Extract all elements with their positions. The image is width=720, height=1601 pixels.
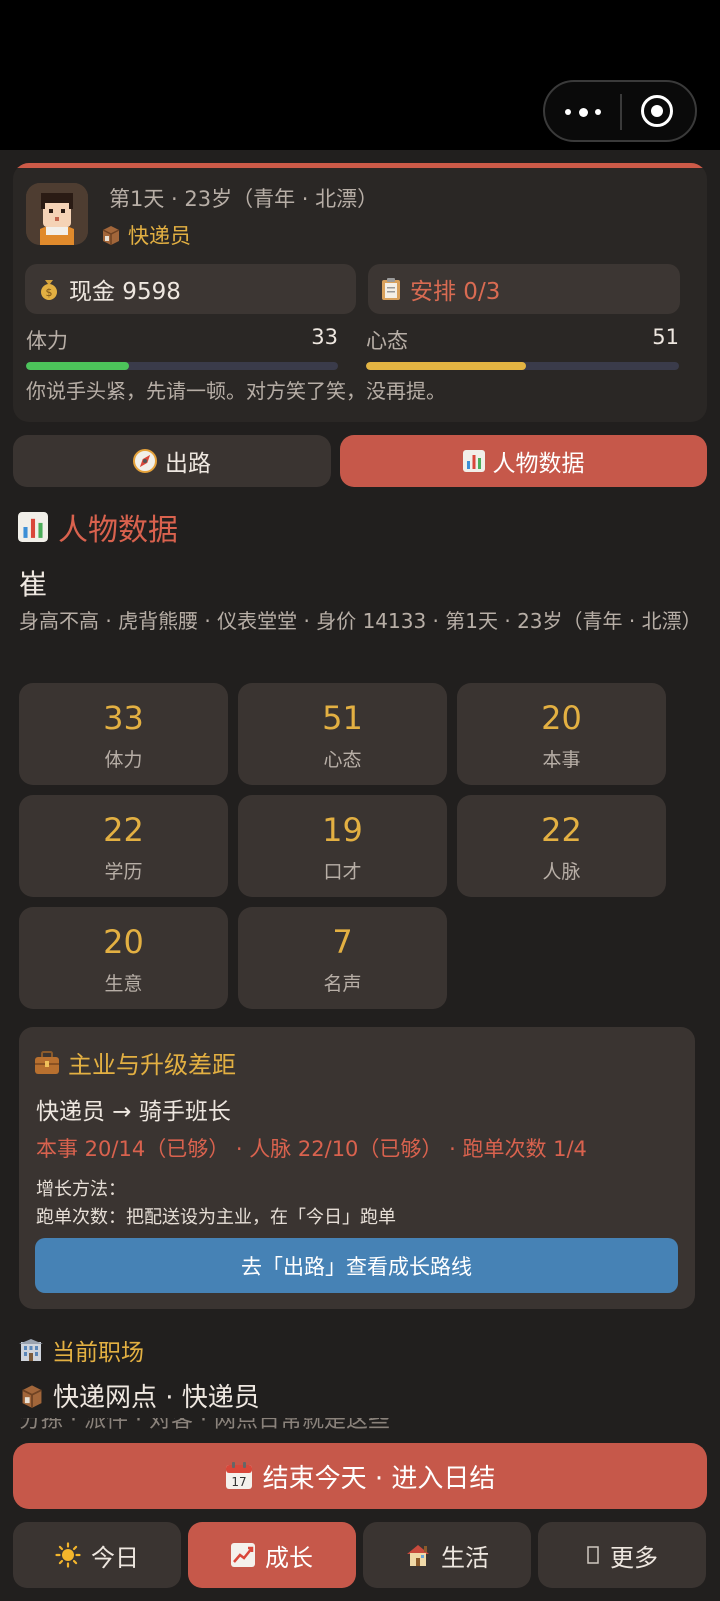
nav-more[interactable]: 更多 bbox=[538, 1522, 706, 1588]
stat-label: 生意 bbox=[104, 973, 143, 995]
stamina-label: 体力 bbox=[26, 329, 68, 353]
end-day-button[interactable]: 17 结束今天 · 进入日结 bbox=[13, 1443, 707, 1509]
money-bag-icon: $ bbox=[37, 277, 61, 301]
stat-card-eloquence: 19 口才 bbox=[238, 795, 447, 897]
stat-card-mood: 51 心态 bbox=[238, 683, 447, 785]
career-card-header: 主业与升级差距 bbox=[34, 1045, 236, 1080]
mood-bar-fill bbox=[366, 362, 526, 370]
mood-bar bbox=[366, 362, 679, 370]
stat-card-education: 22 学历 bbox=[19, 795, 228, 897]
section-title-character-data: 人物数据 bbox=[18, 505, 178, 549]
stamina-bar bbox=[26, 362, 338, 370]
sun-icon bbox=[55, 1542, 81, 1568]
stat-value: 20 bbox=[541, 699, 582, 737]
stat-card-reputation: 7 名声 bbox=[238, 907, 447, 1009]
workplace-current: 快递网点 · 快递员 bbox=[19, 1377, 260, 1414]
end-day-label: 结束今天 · 进入日结 bbox=[262, 1463, 496, 1494]
nav-growth-label: 成长 bbox=[265, 1543, 313, 1572]
more-dots-icon[interactable] bbox=[565, 102, 601, 122]
package-icon bbox=[100, 224, 122, 246]
cash-label: 现金 9598 bbox=[69, 279, 181, 305]
stat-value: 7 bbox=[332, 923, 353, 961]
career-path: 快递员 → 骑手班长 bbox=[36, 1099, 231, 1125]
tab-character-data-label: 人物数据 bbox=[492, 451, 585, 477]
workplace-line-label: 快递网点 · 快递员 bbox=[53, 1383, 260, 1413]
stat-label: 学历 bbox=[104, 861, 143, 883]
nav-life-label: 生活 bbox=[441, 1543, 489, 1572]
workplace-title: 当前职场 bbox=[52, 1340, 144, 1366]
character-name: 崔 bbox=[19, 568, 48, 601]
stat-card-skill: 20 本事 bbox=[457, 683, 666, 785]
house-icon bbox=[405, 1543, 431, 1567]
cash-pill[interactable]: $ 现金 9598 bbox=[25, 264, 356, 314]
status-accent-bar bbox=[13, 163, 707, 168]
mood-label: 心态 bbox=[366, 329, 408, 353]
chart-icon bbox=[462, 450, 485, 472]
workplace-description: 分拣 · 派件 · 对客 · 网点日常就是这些 bbox=[19, 1418, 390, 1434]
section-title-label: 人物数据 bbox=[58, 513, 178, 548]
capsule-divider bbox=[620, 94, 622, 130]
stat-value: 22 bbox=[541, 811, 582, 849]
tab-road[interactable]: 出路 bbox=[13, 435, 331, 487]
growth-method: 跑单次数：把配送设为主业，在「今日」跑单 bbox=[36, 1207, 396, 1228]
stat-label: 人脉 bbox=[542, 861, 581, 883]
stat-label: 名声 bbox=[323, 973, 362, 995]
mini-program-capsule bbox=[543, 80, 697, 142]
plan-pill[interactable]: 安排 0/3 bbox=[368, 264, 680, 314]
workplace-description-text: 分拣 · 派件 · 对客 · 网点日常就是这些 bbox=[19, 1418, 390, 1433]
stamina-value: 33 bbox=[311, 325, 338, 349]
nav-today-label: 今日 bbox=[91, 1543, 139, 1572]
chart-icon bbox=[18, 512, 48, 542]
svg-text:17: 17 bbox=[231, 1475, 246, 1489]
stamina-bar-fill bbox=[26, 362, 129, 370]
tab-road-label: 出路 bbox=[165, 451, 211, 477]
plan-label: 安排 0/3 bbox=[410, 279, 501, 305]
stat-label: 体力 bbox=[104, 749, 143, 771]
event-message: 你说手头紧，先请一顿。对方笑了笑，没再提。 bbox=[26, 379, 446, 403]
tab-character-data[interactable]: 人物数据 bbox=[340, 435, 707, 487]
more-icon bbox=[586, 1545, 600, 1565]
office-building-icon bbox=[18, 1338, 44, 1362]
stat-label: 口才 bbox=[323, 861, 362, 883]
close-target-icon[interactable] bbox=[641, 95, 673, 127]
growth-chart-icon bbox=[231, 1543, 255, 1567]
top-bar bbox=[0, 0, 720, 150]
nav-growth[interactable]: 成长 bbox=[188, 1522, 356, 1588]
calendar-icon: 17 bbox=[225, 1462, 253, 1490]
mood-value: 51 bbox=[652, 325, 679, 349]
package-icon bbox=[19, 1383, 45, 1409]
stat-value: 19 bbox=[322, 811, 363, 849]
stat-card-connections: 22 人脉 bbox=[457, 795, 666, 897]
career-card-title: 主业与升级差距 bbox=[68, 1051, 236, 1079]
view-growth-path-button[interactable]: 去「出路」查看成长路线 bbox=[35, 1238, 678, 1293]
status-card: 第1天 · 23岁（青年 · 北漂） 快递员 $ 现金 9598 安排 0/3 … bbox=[13, 163, 707, 422]
career-requirements: 本事 20/14（已够） · 人脉 22/10（已够） · 跑单次数 1/4 bbox=[36, 1137, 587, 1161]
career-upgrade-card: 主业与升级差距 快递员 → 骑手班长 本事 20/14（已够） · 人脉 22/… bbox=[19, 1027, 695, 1309]
day-age-line: 第1天 · 23岁（青年 · 北漂） bbox=[109, 187, 379, 211]
stat-value: 20 bbox=[103, 923, 144, 961]
current-job: 快递员 bbox=[100, 220, 191, 250]
clipboard-icon bbox=[380, 277, 402, 301]
stat-label: 心态 bbox=[323, 749, 362, 771]
briefcase-icon bbox=[34, 1050, 60, 1075]
compass-icon bbox=[133, 449, 157, 473]
stat-value: 22 bbox=[103, 811, 144, 849]
growth-method-title: 增长方法： bbox=[36, 1179, 126, 1200]
stat-value: 33 bbox=[103, 699, 144, 737]
nav-more-label: 更多 bbox=[610, 1543, 658, 1572]
stat-card-stamina: 33 体力 bbox=[19, 683, 228, 785]
nav-today[interactable]: 今日 bbox=[13, 1522, 181, 1588]
workplace-header: 当前职场 bbox=[18, 1333, 144, 1367]
stat-card-business: 20 生意 bbox=[19, 907, 228, 1009]
character-description: 身高不高 · 虎背熊腰 · 仪表堂堂 · 身价 14133 · 第1天 · 23… bbox=[19, 609, 702, 633]
stat-label: 本事 bbox=[542, 749, 581, 771]
job-label: 快递员 bbox=[128, 224, 191, 248]
svg-text:$: $ bbox=[46, 286, 53, 299]
avatar[interactable] bbox=[26, 183, 88, 245]
nav-life[interactable]: 生活 bbox=[363, 1522, 531, 1588]
stat-value: 51 bbox=[322, 699, 363, 737]
